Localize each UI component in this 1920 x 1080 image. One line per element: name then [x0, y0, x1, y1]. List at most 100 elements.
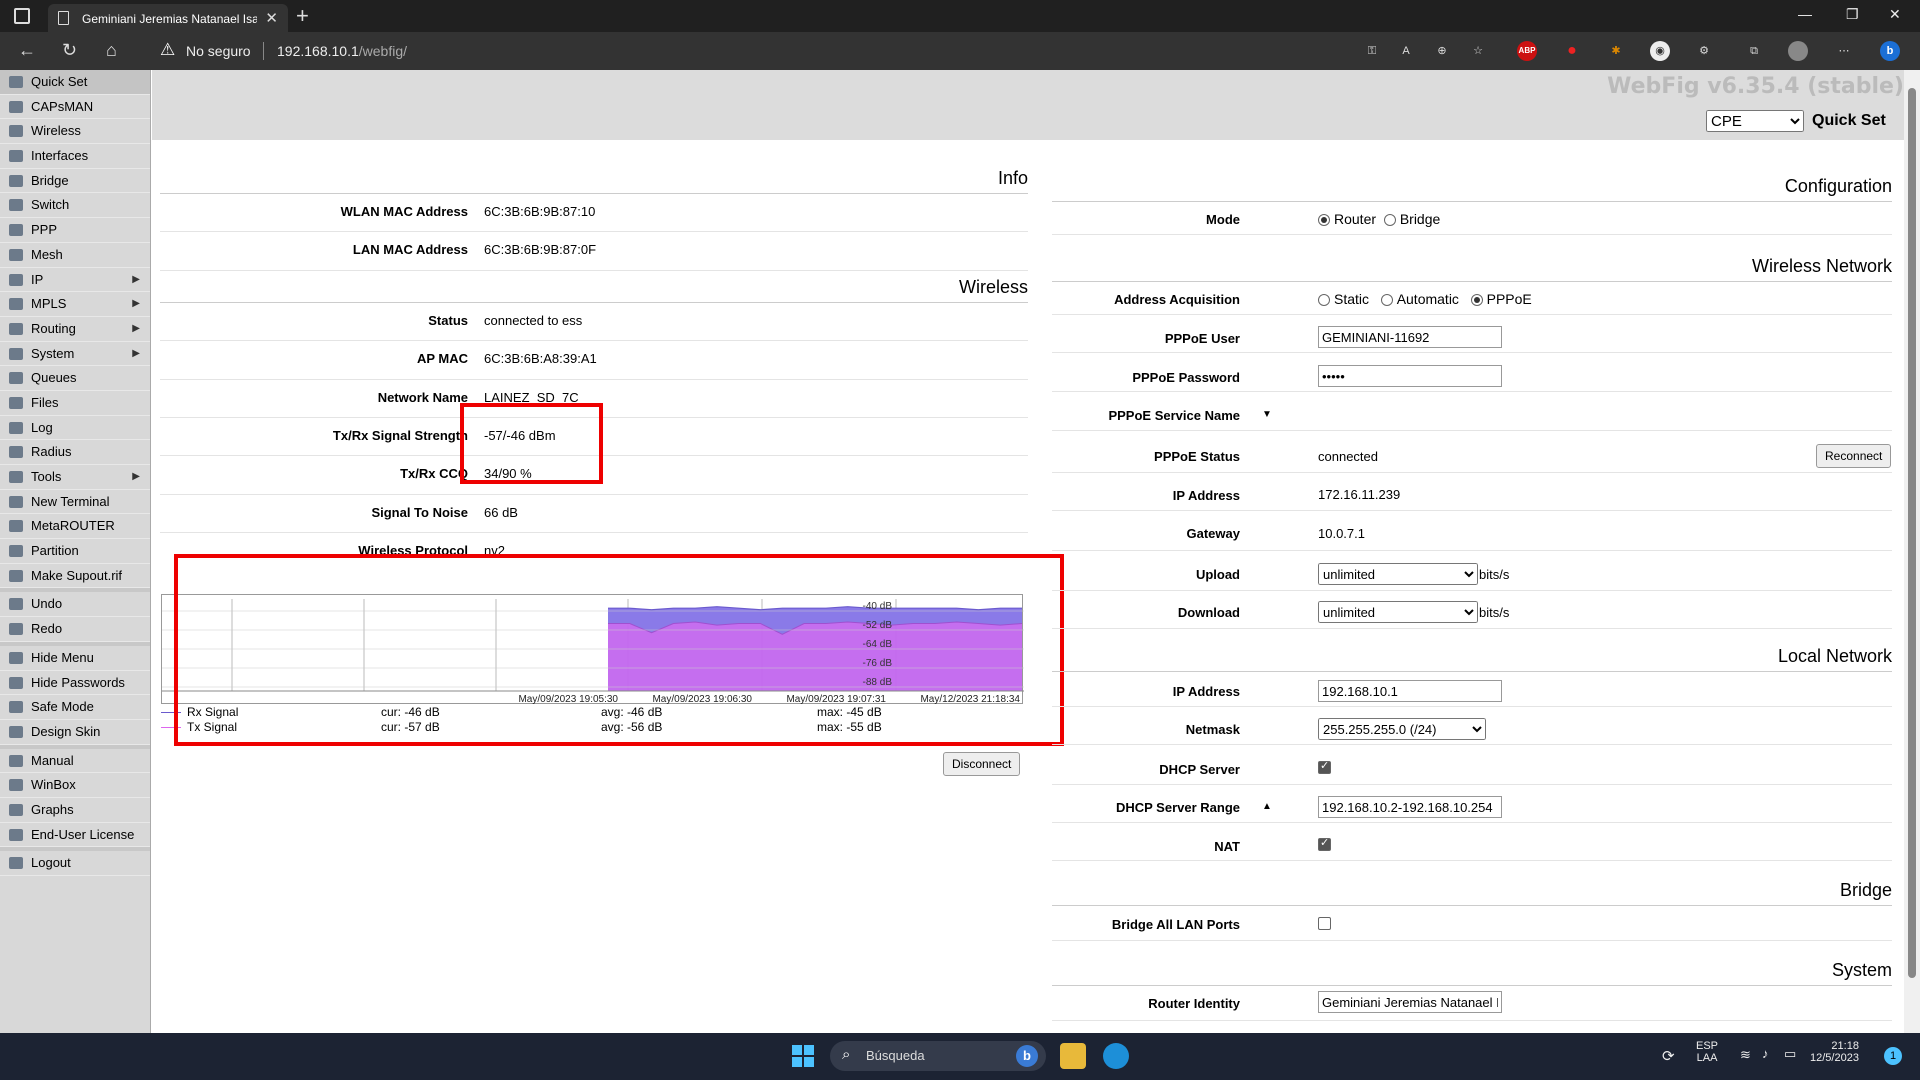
wifi-icon[interactable]: ≋ — [1740, 1047, 1751, 1063]
minimize-icon[interactable]: — — [1798, 6, 1812, 22]
extensions-icon[interactable]: ⚙ — [1694, 41, 1714, 61]
sidebar-item-logout[interactable]: Logout — [0, 851, 150, 876]
sidebar-item-bridge[interactable]: Bridge — [0, 169, 150, 194]
back-icon[interactable]: ← — [18, 40, 36, 61]
taskbar-search[interactable]: ⌕ Búsqueda b — [830, 1041, 1046, 1071]
download-select[interactable]: unlimited — [1318, 601, 1478, 623]
sidebar-item-manual[interactable]: Manual — [0, 749, 150, 774]
abp-icon[interactable]: ABP — [1517, 41, 1537, 61]
sidebar-item-interfaces[interactable]: Interfaces — [0, 144, 150, 169]
sidebar-item-ip[interactable]: IP ▶ — [0, 268, 150, 293]
sidebar-item-files[interactable]: Files — [0, 391, 150, 416]
sidebar-item-switch[interactable]: Switch — [0, 193, 150, 219]
sidebar-item-make-supout-rif[interactable]: Make Supout.rif — [0, 564, 150, 589]
sidebar-item-mesh[interactable]: Mesh — [0, 243, 150, 268]
edge-icon[interactable] — [1103, 1043, 1129, 1069]
record-icon[interactable]: ● — [1562, 41, 1582, 61]
sidebar-item-graphs[interactable]: Graphs — [0, 798, 150, 823]
restore-icon[interactable]: ❐ — [1846, 6, 1859, 23]
sidebar-item-quick-set[interactable]: Quick Set — [0, 70, 150, 95]
bing-icon[interactable]: b — [1880, 41, 1900, 61]
pppoe-password-input[interactable] — [1318, 365, 1502, 387]
router-radio[interactable] — [1318, 214, 1330, 227]
sidebar-item-metarouter[interactable]: MetaROUTER — [0, 514, 150, 540]
sidebar-item-partition[interactable]: Partition — [0, 539, 150, 564]
bridge-radio[interactable] — [1383, 214, 1396, 227]
bing-chat-icon[interactable]: b — [1016, 1045, 1038, 1067]
submenu-arrow-icon: ▶ — [132, 471, 140, 482]
read-aloud-icon[interactable]: A — [1396, 41, 1416, 61]
sidebar-item-capsman[interactable]: CAPsMAN — [0, 95, 150, 120]
language-indicator[interactable]: ESP LAA — [1696, 1040, 1718, 1064]
router-identity-input[interactable] — [1318, 991, 1502, 1013]
tab-actions-icon[interactable] — [14, 8, 30, 24]
row-divider — [1052, 860, 1892, 861]
sidebar-item-hide-menu[interactable]: Hide Menu — [0, 646, 150, 671]
sidebar-item-label: Design Skin — [31, 723, 101, 739]
upload-select[interactable]: unlimited — [1318, 563, 1478, 585]
favorites-icon[interactable]: ☆ — [1468, 41, 1488, 61]
sidebar-item-new-terminal[interactable]: New Terminal — [0, 490, 150, 515]
notification-badge[interactable]: 1 — [1884, 1047, 1902, 1065]
puzzle-ext-icon[interactable]: ✱ — [1606, 41, 1626, 61]
battery-icon[interactable]: ▭ — [1784, 1046, 1796, 1062]
file-explorer-icon[interactable] — [1060, 1043, 1086, 1069]
new-terminal-icon — [9, 495, 23, 508]
sidebar-item-hide-passwords[interactable]: Hide Passwords — [0, 671, 150, 696]
dhcp-range-input[interactable] — [1318, 796, 1502, 818]
pppoe-radio[interactable] — [1470, 294, 1483, 307]
pppoe-user-input[interactable] — [1318, 326, 1502, 348]
mode-select[interactable]: CPE — [1706, 110, 1804, 132]
mesh-icon — [9, 248, 23, 261]
disconnect-button[interactable]: Disconnect — [943, 752, 1021, 776]
collapse-up-icon[interactable]: ▲ — [1262, 801, 1272, 812]
address-bar[interactable]: ⚠ No seguro 192.168.10.1/webfig/ — [152, 38, 1402, 64]
bridge-all-ports-checkbox[interactable] — [1318, 917, 1331, 930]
sidebar-item-routing[interactable]: Routing ▶ — [0, 317, 150, 342]
sidebar-item-mpls[interactable]: MPLS ▶ — [0, 292, 150, 317]
lan-ip-input[interactable] — [1318, 680, 1502, 702]
sidebar-item-system[interactable]: System ▶ — [0, 342, 150, 367]
sidebar-item-design-skin[interactable]: Design Skin — [0, 720, 150, 745]
netmask-select[interactable]: 255.255.255.0 (/24) — [1318, 718, 1486, 740]
partition-icon — [9, 545, 23, 558]
reconnect-button[interactable]: Reconnect — [1816, 444, 1892, 468]
nat-checkbox[interactable] — [1318, 836, 1331, 851]
clock[interactable]: 21:18 12/5/2023 — [1810, 1040, 1859, 1064]
hide-passwords-icon — [9, 676, 23, 689]
sync-icon[interactable]: ⟳ — [1662, 1047, 1675, 1065]
dhcp-server-checkbox[interactable] — [1318, 759, 1331, 774]
static-radio[interactable] — [1318, 294, 1330, 307]
sidebar-item-queues[interactable]: Queues — [0, 366, 150, 391]
sidebar-item-log[interactable]: Log — [0, 416, 150, 441]
more-icon[interactable]: ⋯ — [1834, 41, 1854, 61]
lan-mac-row: LAN MAC Address 6C:3B:6B:9B:87:0F — [160, 232, 1028, 271]
close-window-icon[interactable]: ✕ — [1889, 6, 1901, 23]
sidebar-item-winbox[interactable]: WinBox — [0, 773, 150, 798]
profile-avatar-icon[interactable] — [1788, 41, 1808, 61]
key-icon[interactable]: ⚿ — [1362, 41, 1382, 61]
new-tab-icon[interactable]: + — [296, 3, 309, 29]
browser-tab[interactable]: Geminiani Jeremias Natanael Isa ✕ — [48, 4, 288, 32]
sidebar-item-end-user-license[interactable]: End-User License — [0, 823, 150, 848]
page-scrollbar[interactable] — [1904, 70, 1920, 1033]
sidebar-item-undo[interactable]: Undo — [0, 592, 150, 618]
automatic-radio[interactable] — [1380, 294, 1393, 307]
sidebar-item-tools[interactable]: Tools ▶ — [0, 465, 150, 490]
home-icon[interactable]: ⌂ — [106, 40, 117, 61]
sidebar-item-radius[interactable]: Radius — [0, 440, 150, 465]
sidebar-item-redo[interactable]: Redo — [0, 617, 150, 642]
zoom-icon[interactable]: ⊕ — [1432, 41, 1452, 61]
refresh-icon[interactable]: ↻ — [62, 40, 77, 61]
volume-icon[interactable]: ♪ — [1762, 1046, 1769, 1061]
sidebar-item-safe-mode[interactable]: Safe Mode — [0, 695, 150, 720]
extension-icon[interactable]: ◉ — [1650, 41, 1670, 61]
row-divider — [1052, 510, 1892, 511]
sidebar-item-wireless[interactable]: Wireless — [0, 119, 150, 145]
collections-icon[interactable]: ⧉ — [1744, 41, 1764, 61]
close-tab-icon[interactable]: ✕ — [265, 9, 278, 27]
scroll-thumb[interactable] — [1908, 88, 1916, 978]
sidebar-item-ppp[interactable]: PPP — [0, 218, 150, 243]
expand-down-icon[interactable]: ▼ — [1262, 409, 1272, 420]
start-icon[interactable] — [792, 1045, 814, 1067]
